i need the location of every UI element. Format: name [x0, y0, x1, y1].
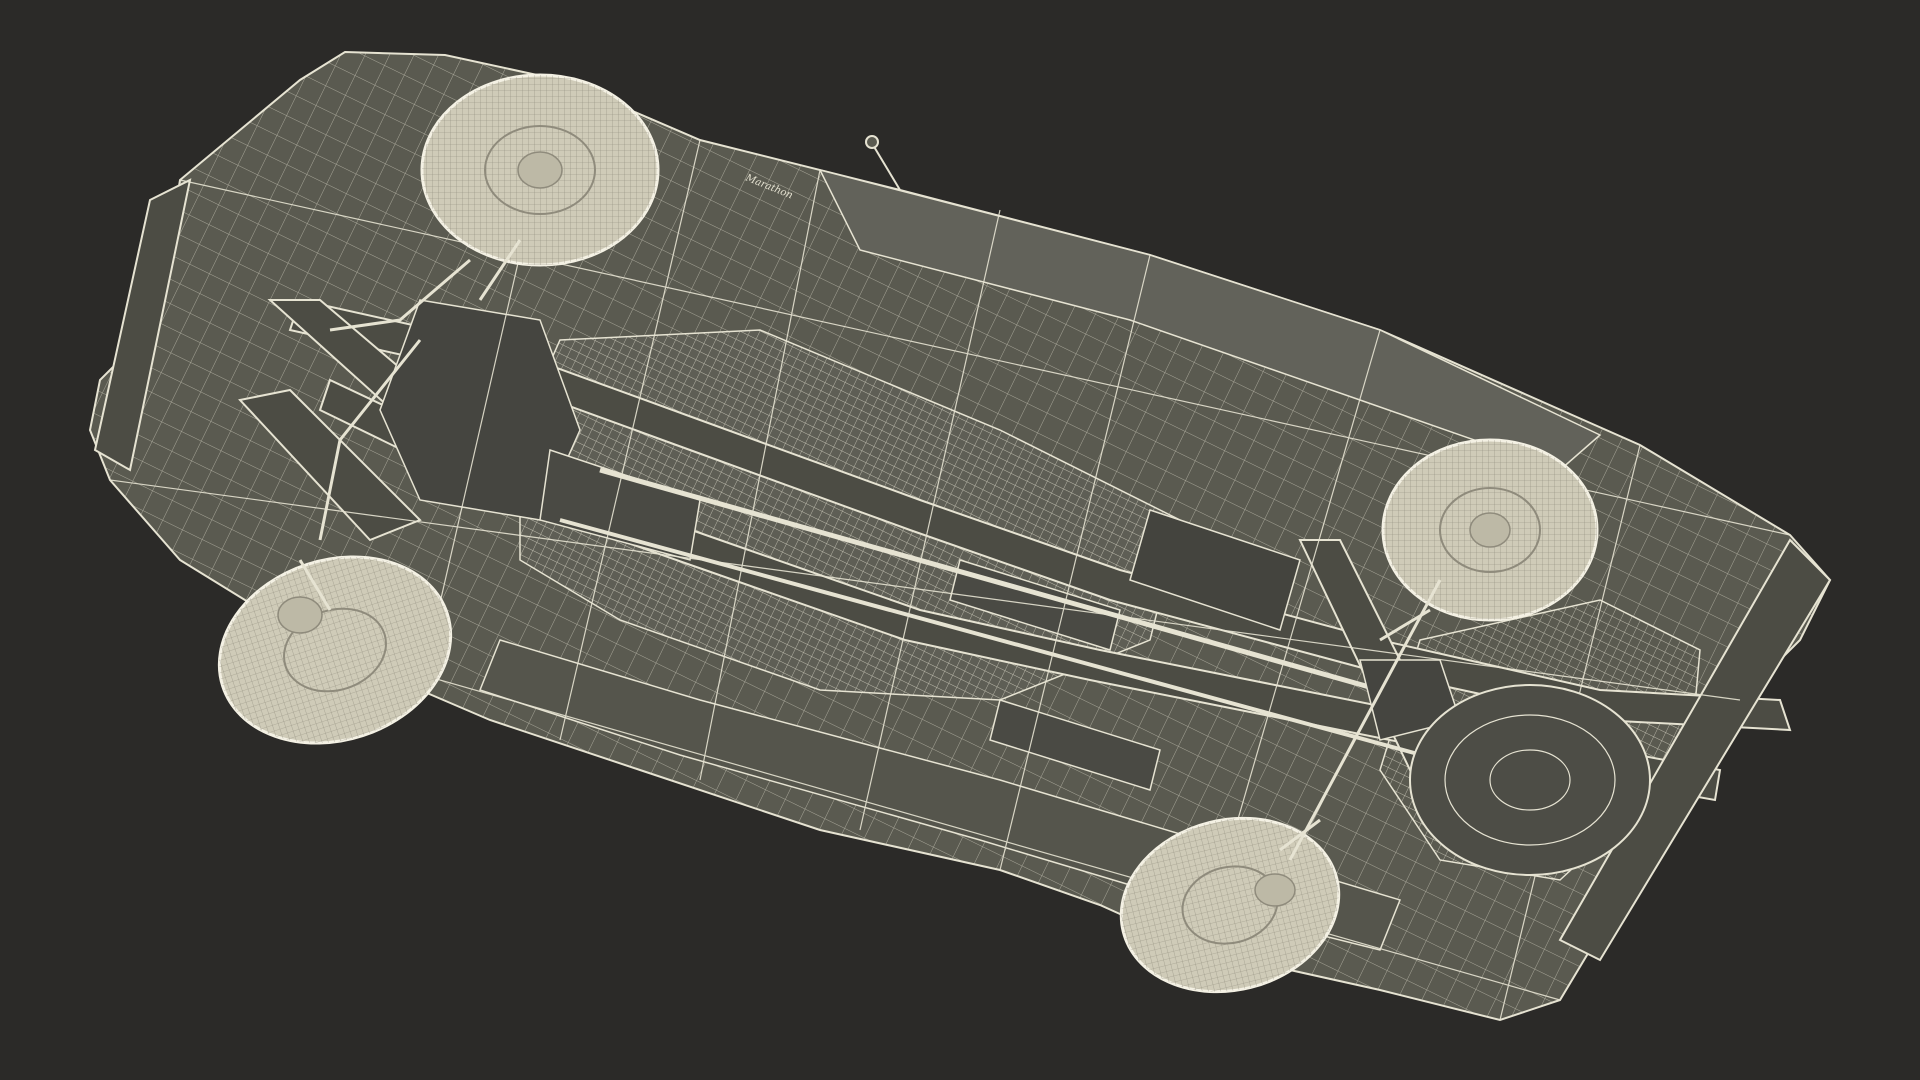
car-underside-wireframe-render: Marathon: [0, 0, 1920, 1080]
wheel-front-left: [420, 73, 660, 267]
viewport: Marathon: [0, 0, 1920, 1080]
spare-tire-well: [1409, 684, 1651, 876]
wheel-rear-left: [1381, 438, 1599, 622]
